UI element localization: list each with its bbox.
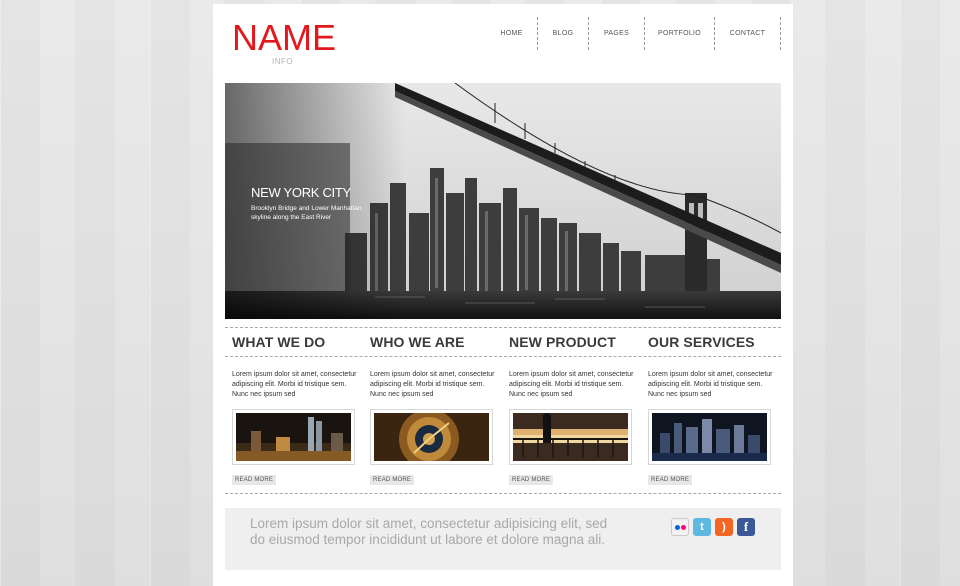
read-more-button[interactable]: READ MORE [648,475,693,485]
nav-home[interactable]: HOME [486,17,538,50]
rss-icon[interactable]: ) [715,518,733,536]
read-more-button[interactable]: READ MORE [370,475,415,485]
hero-title: NEW YORK CITY [251,185,351,200]
nav-contact[interactable]: CONTACT [715,17,781,50]
feature-column-our-services: OUR SERVICES Lorem ipsum dolor sit amet,… [648,333,778,485]
hero-subtitle: Brooklyn Bridge and Lower Manhattan skyl… [251,205,362,221]
nav-blog[interactable]: BLOG [538,17,589,50]
nav-portfolio[interactable]: PORTFOLIO [645,17,715,50]
feature-column-what-we-do: WHAT WE DO Lorem ipsum dolor sit amet, c… [232,333,362,485]
facebook-icon[interactable]: f [737,518,755,536]
nav-pages[interactable]: PAGES [589,17,645,50]
main-nav: HOME BLOG PAGES PORTFOLIO CONTACT [486,17,781,50]
column-thumbnail[interactable] [509,409,632,465]
hero-banner: NEW YORK CITY Brooklyn Bridge and Lower … [225,83,781,319]
site-logo-subtitle: INFO [272,57,294,66]
column-text: Lorem ipsum dolor sit amet, consectetur … [648,371,773,398]
column-text: Lorem ipsum dolor sit amet, consectetur … [509,371,634,398]
page-container: NAME INFO HOME BLOG PAGES PORTFOLIO CONT… [213,4,793,586]
column-text: Lorem ipsum dolor sit amet, consectetur … [370,371,495,398]
flickr-icon[interactable] [671,518,689,536]
site-logo[interactable]: NAME [232,18,336,58]
sunset-railing-silhouette-image [513,413,628,461]
column-title: WHAT WE DO [232,334,326,350]
divider [225,493,781,494]
astronomical-clock-image [374,413,489,461]
read-more-button[interactable]: READ MORE [509,475,554,485]
column-title: WHO WE ARE [370,334,465,350]
column-text: Lorem ipsum dolor sit amet, consectetur … [232,371,357,398]
footer-band: Lorem ipsum dolor sit amet, consectetur … [225,508,781,570]
column-title: OUR SERVICES [648,334,755,350]
twitter-icon[interactable]: t [693,518,711,536]
column-thumbnail[interactable] [370,409,493,465]
hero-image [225,83,781,319]
feature-column-new-product: NEW PRODUCT Lorem ipsum dolor sit amet, … [509,333,639,485]
footer-text: Lorem ipsum dolor sit amet, consectetur … [250,516,608,547]
city-night-towers-image [236,413,351,461]
feature-column-who-we-are: WHO WE ARE Lorem ipsum dolor sit amet, c… [370,333,500,485]
read-more-button[interactable]: READ MORE [232,475,277,485]
night-skyline-image [652,413,767,461]
column-thumbnail[interactable] [232,409,355,465]
social-links: t ) f [671,518,755,536]
divider [225,356,781,357]
divider [225,327,781,328]
column-title: NEW PRODUCT [509,334,616,350]
column-thumbnail[interactable] [648,409,771,465]
